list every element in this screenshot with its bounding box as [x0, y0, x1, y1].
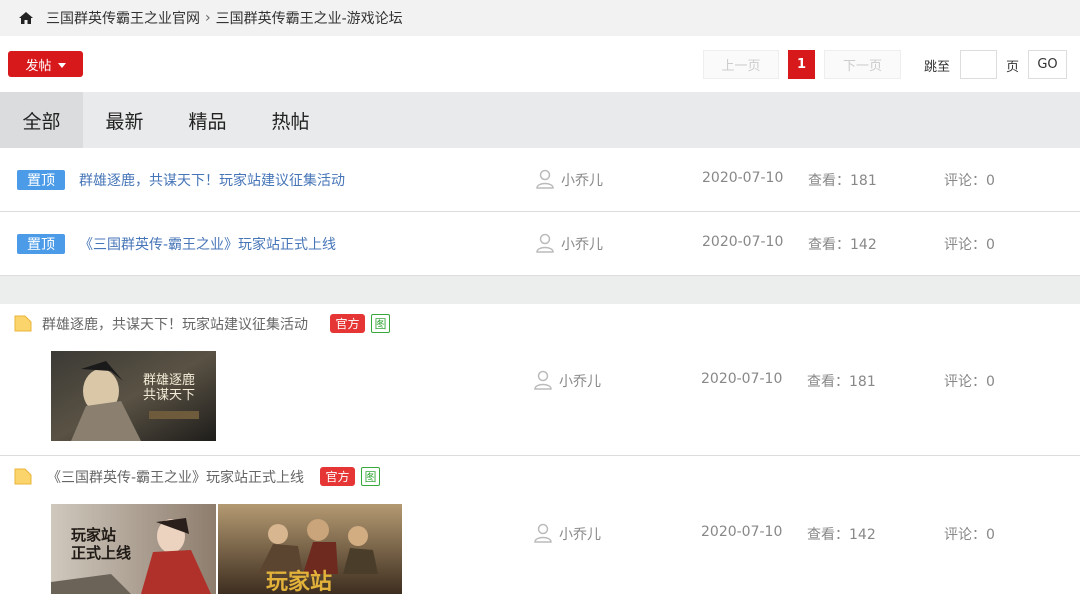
folder-icon	[14, 468, 32, 485]
tab-latest[interactable]: 最新	[83, 92, 166, 148]
breadcrumb-separator: ›	[205, 10, 211, 26]
breadcrumb: 三国群英传霸王之业官网 › 三国群英传霸王之业-游戏论坛	[0, 0, 1080, 36]
toolbar: 发帖 上一页 1 下一页 跳至 页 GO	[0, 36, 1080, 92]
comment-count: 评论：0	[944, 237, 995, 253]
author-link[interactable]: 小乔儿	[561, 234, 603, 254]
user-icon	[534, 523, 552, 543]
pinned-row: 置顶 群雄逐鹿，共谋天下！玩家站建议征集活动 小乔儿 2020-07-10 查看…	[0, 148, 1080, 212]
go-button[interactable]: GO	[1028, 50, 1067, 79]
view-count: 查看：181	[807, 374, 876, 390]
pinned-badge: 置顶	[17, 170, 65, 190]
next-page-button[interactable]: 下一页	[824, 50, 901, 79]
thumbnail-caption: 群雄逐鹿 共谋天下	[143, 373, 196, 403]
post-title-link[interactable]: 《三国群英传-霸王之业》玩家站正式上线	[47, 467, 304, 487]
page-number-button[interactable]: 1	[788, 50, 815, 79]
pinned-title-link[interactable]: 群雄逐鹿，共谋天下！玩家站建议征集活动	[79, 170, 345, 190]
post-date: 2020-07-10	[701, 371, 783, 387]
user-icon	[534, 370, 552, 390]
home-icon[interactable]	[18, 11, 34, 25]
post-date: 2020-07-10	[702, 234, 784, 250]
user-icon	[536, 169, 554, 189]
post-date: 2020-07-10	[702, 170, 784, 186]
tab-all[interactable]: 全部	[0, 92, 83, 148]
tab-hot[interactable]: 热帖	[249, 92, 332, 148]
thumbnail-caption: 玩家站	[266, 569, 333, 594]
post-date: 2020-07-10	[701, 524, 783, 540]
jump-page-input[interactable]	[960, 50, 997, 79]
page-suffix-label: 页	[1006, 60, 1020, 75]
pinned-badge: 置顶	[17, 234, 65, 254]
post-row: 群雄逐鹿，共谋天下！玩家站建议征集活动 官方 图 群雄逐鹿 共谋天下 小乔儿 2…	[0, 304, 1080, 456]
section-divider	[0, 276, 1080, 304]
thumbnail-caption: 玩家站 正式上线	[71, 526, 132, 562]
pinned-row: 置顶 《三国群英传-霸王之业》玩家站正式上线 小乔儿 2020-07-10 查看…	[0, 212, 1080, 276]
comment-count: 评论：0	[944, 173, 995, 189]
post-thumbnail[interactable]: 玩家站 正式上线	[51, 504, 216, 594]
folder-icon	[14, 315, 32, 332]
view-count: 查看：181	[808, 173, 877, 189]
author-link[interactable]: 小乔儿	[559, 524, 601, 544]
chevron-down-icon	[57, 62, 66, 68]
prev-page-button[interactable]: 上一页	[703, 50, 779, 79]
post-thumbnail[interactable]: 玩家站	[218, 504, 402, 594]
new-post-label: 发帖	[25, 58, 52, 74]
breadcrumb-current-link[interactable]: 三国群英传霸王之业-游戏论坛	[216, 8, 403, 28]
official-badge: 官方	[330, 314, 365, 333]
jump-label: 跳至	[924, 60, 951, 75]
post-title-link[interactable]: 群雄逐鹿，共谋天下！玩家站建议征集活动	[42, 314, 308, 334]
image-badge: 图	[371, 314, 390, 333]
view-count: 查看：142	[807, 527, 876, 543]
new-post-button[interactable]: 发帖	[8, 51, 83, 77]
comment-count: 评论：0	[944, 374, 995, 390]
post-thumbnail[interactable]: 群雄逐鹿 共谋天下	[51, 351, 216, 441]
author-link[interactable]: 小乔儿	[561, 170, 603, 190]
official-badge: 官方	[320, 467, 355, 486]
image-badge: 图	[361, 467, 380, 486]
comment-count: 评论：0	[944, 527, 995, 543]
author-link[interactable]: 小乔儿	[559, 371, 601, 391]
filter-tabs: 全部 最新 精品 热帖	[0, 92, 1080, 148]
view-count: 查看：142	[808, 237, 877, 253]
post-row: 《三国群英传-霸王之业》玩家站正式上线 官方 图 玩家站 正式上线 玩家站 小乔…	[0, 456, 1080, 603]
user-icon	[536, 233, 554, 253]
tab-featured[interactable]: 精品	[166, 92, 249, 148]
breadcrumb-home-link[interactable]: 三国群英传霸王之业官网	[46, 8, 200, 28]
pinned-title-link[interactable]: 《三国群英传-霸王之业》玩家站正式上线	[79, 234, 336, 254]
